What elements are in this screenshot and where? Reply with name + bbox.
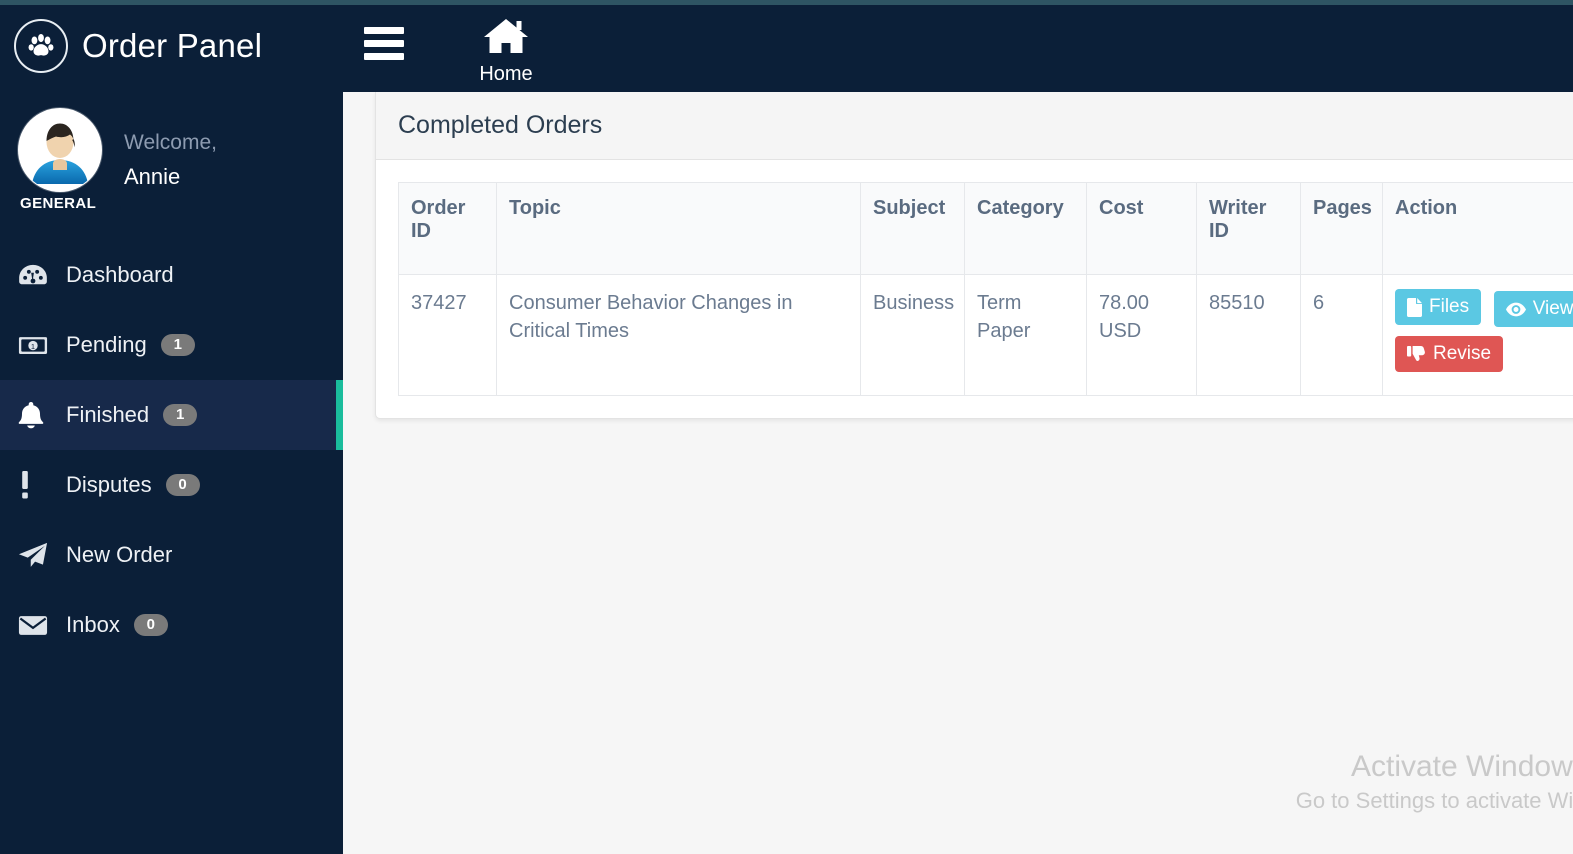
revise-button-label: Revise [1433,343,1492,364]
profile-text: Welcome, Annie [124,108,217,194]
sidebar-item-finished[interactable]: Finished 1 [0,380,343,450]
sidebar: Order Panel GENERAL Welcome, Annie Dashb… [0,0,343,854]
table-header-row: Order ID Topic Subject Category Cost Wri… [398,182,1573,275]
cell-cost: 78.00 USD [1086,274,1197,396]
hamburger-bar [364,53,404,60]
avatar [18,108,102,192]
sidebar-item-disputes[interactable]: Disputes 0 [0,450,343,520]
paper-plane-icon [18,540,56,570]
profile-role: GENERAL [20,195,97,212]
thumbs-down-icon [1407,345,1426,363]
orders-table: Order ID Topic Subject Category Cost Wri… [398,182,1573,396]
page-title: Completed Orders [398,111,603,139]
sidebar-item-new-order[interactable]: New Order [0,520,343,590]
watermark-subtitle: Go to Settings to activate Windows. [1295,788,1573,813]
sidebar-item-label: Dashboard [66,262,174,287]
nav-home-label: Home [479,63,533,85]
panel-body: Order ID Topic Subject Category Cost Wri… [376,160,1573,418]
welcome-label: Welcome, [124,131,217,154]
home-icon [483,19,529,60]
completed-orders-panel: Completed Orders Order ID Topic Subject … [375,92,1573,419]
sidebar-item-label: Pending [66,332,147,357]
sidebar-item-label: Finished [66,402,150,427]
sidebar-item-inbox[interactable]: Inbox 0 [0,590,343,660]
column-header-cost[interactable]: Cost [1086,182,1197,275]
sidebar-nav: Dashboard 1 Pending 1 Finished 1 Dispute… [0,240,343,660]
cell-pages: 6 [1300,274,1383,396]
bell-icon [18,401,56,429]
column-header-order-id[interactable]: Order ID [398,182,497,275]
paw-print-icon [14,19,68,73]
hamburger-bar [364,40,404,47]
top-navbar: Home [343,0,1573,92]
profile-name: Annie [124,164,181,189]
cell-writer-id: 85510 [1196,274,1301,396]
sidebar-badge: 0 [133,614,168,636]
column-header-action: Action [1382,182,1573,275]
sidebar-badge: 1 [160,334,195,356]
table-row: 37427 Consumer Behavior Changes in Criti… [398,274,1573,396]
hamburger-icon[interactable] [364,27,404,66]
app-root: Order Panel GENERAL Welcome, Annie Dashb… [0,0,1573,854]
cell-action: Files View Revise [1382,274,1573,396]
column-header-subject[interactable]: Subject [860,182,965,275]
nav-home-button[interactable]: Home [456,16,556,86]
avatar-wrap: GENERAL [18,108,106,212]
cell-category: Term Paper [964,274,1087,396]
profile-block: GENERAL Welcome, Annie [0,92,343,234]
cell-topic: Consumer Behavior Changes in Critical Ti… [496,274,861,396]
column-header-topic[interactable]: Topic [496,182,861,275]
sidebar-item-label: Inbox [66,612,120,637]
sidebar-item-label: New Order [66,542,173,567]
sidebar-badge: 0 [165,474,200,496]
sidebar-item-pending[interactable]: 1 Pending 1 [0,310,343,380]
envelope-icon [18,614,56,637]
sidebar-badge: 1 [163,404,198,426]
column-header-pages[interactable]: Pages [1300,182,1383,275]
brand[interactable]: Order Panel [0,0,343,92]
svg-text:1: 1 [31,341,35,350]
panel-header: Completed Orders [376,92,1573,160]
column-header-category[interactable]: Category [964,182,1087,275]
sidebar-item-dashboard[interactable]: Dashboard [0,240,343,310]
windows-activation-watermark: Activate Windows Go to Settings to activ… [1296,748,1573,816]
files-button-label: Files [1429,296,1470,317]
orders-table-body: 37427 Consumer Behavior Changes in Criti… [398,274,1573,396]
exclamation-icon [18,470,56,500]
tachometer-icon [18,263,56,287]
content-area: Completed Orders Order ID Topic Subject … [343,92,1573,854]
orders-table-head: Order ID Topic Subject Category Cost Wri… [398,182,1573,275]
hamburger-bar [364,27,404,34]
eye-icon [1505,302,1526,317]
sidebar-item-label: Disputes [66,472,152,497]
revise-button[interactable]: Revise [1395,336,1504,372]
cell-subject: Business [860,274,965,396]
watermark-title: Activate Windows [1350,750,1573,783]
cell-order-id: 37427 [398,274,497,396]
view-button[interactable]: View [1493,291,1573,327]
top-accent-strip [0,0,1573,5]
money-bill-icon: 1 [18,335,56,356]
files-button[interactable]: Files [1395,289,1482,325]
column-header-writer-id[interactable]: Writer ID [1196,182,1301,275]
view-button-label: View [1532,298,1573,319]
file-icon [1407,297,1422,317]
brand-title: Order Panel [82,27,263,64]
